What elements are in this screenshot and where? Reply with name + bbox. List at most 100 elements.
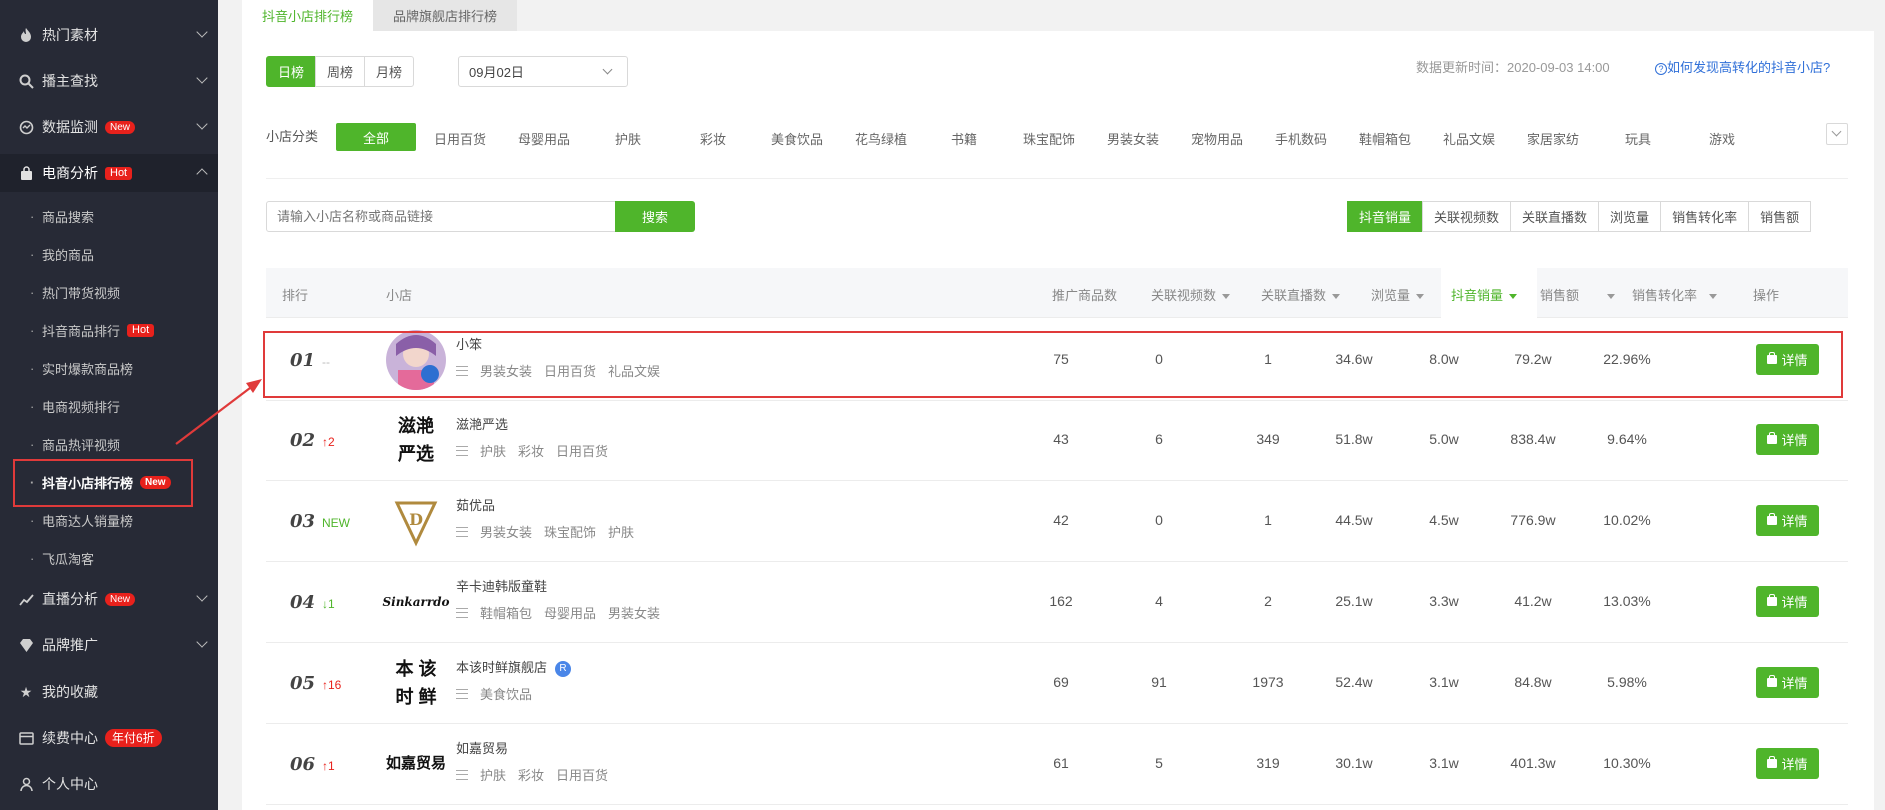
sub-item-product-search[interactable]: 商品搜索 (0, 197, 218, 235)
col-revenue[interactable]: 销售额 (1540, 285, 1616, 304)
shop-name[interactable]: 本该时鲜旗舰店 R (456, 657, 572, 677)
divider (266, 178, 1848, 179)
detail-button[interactable]: 详情 (1756, 505, 1819, 536)
detail-button[interactable]: 详情 (1756, 748, 1819, 779)
category-item[interactable]: 宠物用品 (1175, 129, 1259, 148)
category-item[interactable]: 母婴用品 (502, 129, 586, 148)
shop-tags: 美食饮品 (456, 684, 544, 703)
category-item[interactable]: 花鸟绿植 (839, 129, 923, 148)
sub-item-hot-comments[interactable]: 商品热评视频 (0, 425, 218, 463)
period-monthly-button[interactable]: 月榜 (364, 56, 415, 87)
metric-tab-lives[interactable]: 关联直播数 (1510, 201, 1600, 232)
category-item[interactable]: 男装女装 (1091, 129, 1175, 148)
list-icon (456, 526, 468, 537)
shop-name[interactable]: 辛卡迪韩版童鞋 (456, 576, 547, 595)
category-item[interactable]: 手机数码 (1259, 129, 1343, 148)
detail-button[interactable]: 详情 (1756, 586, 1819, 617)
help-link[interactable]: ? 如何发现高转化的抖音小店? (1655, 57, 1830, 76)
shop-name[interactable]: 滋滟严选 (456, 414, 508, 433)
shop-logo[interactable]: 滋滟 严选 (386, 410, 446, 470)
period-daily-button[interactable]: 日榜 (266, 56, 317, 87)
cell-revenue: 776.9w (1510, 512, 1556, 528)
sidebar-highlight-box (13, 459, 193, 507)
shop-category-tag: 男装女装 (608, 606, 661, 621)
shopping-bag-icon (18, 165, 34, 181)
cell-views: 25.1w (1335, 593, 1373, 609)
col-videos[interactable]: 关联视频数 (1151, 285, 1231, 304)
nav-data-monitor[interactable]: 数据监测 New (0, 108, 218, 146)
svg-text:D: D (409, 510, 423, 529)
metric-tab-revenue[interactable]: 销售额 (1748, 201, 1812, 232)
category-item[interactable]: 珠宝配饰 (1007, 129, 1091, 148)
category-item[interactable]: 美食饮品 (755, 129, 839, 148)
sub-item-feigua-taoke[interactable]: 飞瓜淘客 (0, 539, 218, 577)
metric-tab-sales[interactable]: 抖音销量 (1347, 201, 1424, 232)
nav-favorites[interactable]: ★ 我的收藏 (0, 673, 218, 711)
col-rank: 排行 (282, 288, 309, 303)
search-button[interactable]: 搜索 (615, 201, 695, 232)
sub-item-my-products[interactable]: 我的商品 (0, 235, 218, 273)
shop-tags: 护肤 彩妆 日用百货 (456, 765, 620, 784)
detail-button[interactable]: 详情 (1756, 424, 1819, 455)
search-input[interactable] (266, 201, 616, 232)
sub-item-video-ranking[interactable]: 电商视频排行 (0, 387, 218, 425)
shop-logo[interactable]: Sinkarrdo (382, 572, 449, 632)
list-icon (456, 445, 468, 456)
nav-ecommerce-analysis[interactable]: 电商分析 Hot (0, 154, 218, 192)
category-item[interactable]: 书籍 (922, 129, 1006, 148)
metric-tab-conversion[interactable]: 销售转化率 (1660, 201, 1750, 232)
category-item[interactable]: 鞋帽箱包 (1343, 129, 1427, 148)
cell-views: 44.5w (1335, 512, 1373, 528)
category-item[interactable]: 玩具 (1596, 129, 1680, 148)
metric-tab-videos[interactable]: 关联视频数 (1422, 201, 1512, 232)
rank-trend: ↑1 (322, 759, 335, 773)
nav-brand-promo[interactable]: 品牌推广 (0, 626, 218, 664)
cell-promo: 69 (1053, 674, 1069, 690)
shop-category-tag: 日用百货 (556, 768, 609, 783)
nav-live-analysis[interactable]: 直播分析 New (0, 580, 218, 618)
nav-label: 直播分析 (42, 591, 98, 607)
col-lives[interactable]: 关联直播数 (1261, 285, 1341, 304)
tab-douyin-shop-ranking[interactable]: 抖音小店排行榜 (242, 0, 374, 31)
row-highlight-box (263, 331, 1843, 398)
category-item[interactable]: 彩妆 (671, 129, 755, 148)
shop-name[interactable]: 如嘉贸易 (456, 738, 508, 757)
shop-name-text: 如嘉贸易 (456, 741, 509, 756)
sort-icon (1222, 294, 1231, 300)
category-item[interactable]: 游戏 (1680, 129, 1764, 148)
category-all-button[interactable]: 全部 (336, 123, 416, 151)
shop-name-text: 滋滟严选 (456, 417, 509, 432)
chevron-down-icon (196, 636, 208, 648)
category-item[interactable]: 护肤 (586, 129, 670, 148)
shop-logo[interactable]: D (386, 491, 446, 551)
detail-button[interactable]: 详情 (1756, 667, 1819, 698)
nav-renewal-center[interactable]: 续费中心 年付6折 (0, 719, 218, 757)
nav-personal-center[interactable]: 个人中心 (0, 765, 218, 803)
table-row: 04 ↓1 Sinkarrdo 辛卡迪韩版童鞋 鞋帽箱包 母婴用品 男装女装 162 4 2 25.… (266, 562, 1848, 643)
list-icon (456, 607, 468, 618)
category-item[interactable]: 日用百货 (418, 129, 502, 148)
col-conversion[interactable]: 销售转化率 (1632, 285, 1718, 304)
rank-number: 06 (290, 754, 316, 775)
category-expand-toggle[interactable] (1826, 123, 1848, 145)
nav-hot-materials[interactable]: 热门素材 (0, 16, 218, 54)
date-select[interactable]: 09月02日 (458, 56, 628, 87)
shop-logo[interactable]: 本 该 时 鲜 (386, 653, 446, 713)
metric-tab-views[interactable]: 浏览量 (1598, 201, 1662, 232)
sub-item-hot-videos[interactable]: 热门带货视频 (0, 273, 218, 311)
period-weekly-button[interactable]: 周榜 (315, 56, 366, 87)
sub-item-realtime-hits[interactable]: 实时爆款商品榜 (0, 349, 218, 387)
col-views[interactable]: 浏览量 (1371, 285, 1425, 304)
tab-brand-flagship-ranking[interactable]: 品牌旗舰店排行榜 (373, 0, 518, 31)
sub-item-product-ranking[interactable]: 抖音商品排行Hot (0, 311, 218, 349)
category-item[interactable]: 礼品文娱 (1427, 129, 1511, 148)
cell-conversion: 10.30% (1603, 755, 1651, 771)
nav-streamer-search[interactable]: 播主查找 (0, 62, 218, 100)
col-sales[interactable]: 抖音销量 (1451, 285, 1518, 304)
monitor-icon (18, 119, 34, 135)
category-item[interactable]: 家居家纺 (1511, 129, 1595, 148)
nav-label: 数据监测 (42, 119, 98, 135)
shop-name[interactable]: 茹优品 (456, 495, 495, 514)
shop-logo[interactable]: 如嘉贸易 (386, 734, 446, 794)
tab-bar: 抖音小店排行榜 品牌旗舰店排行榜 (242, 0, 518, 31)
